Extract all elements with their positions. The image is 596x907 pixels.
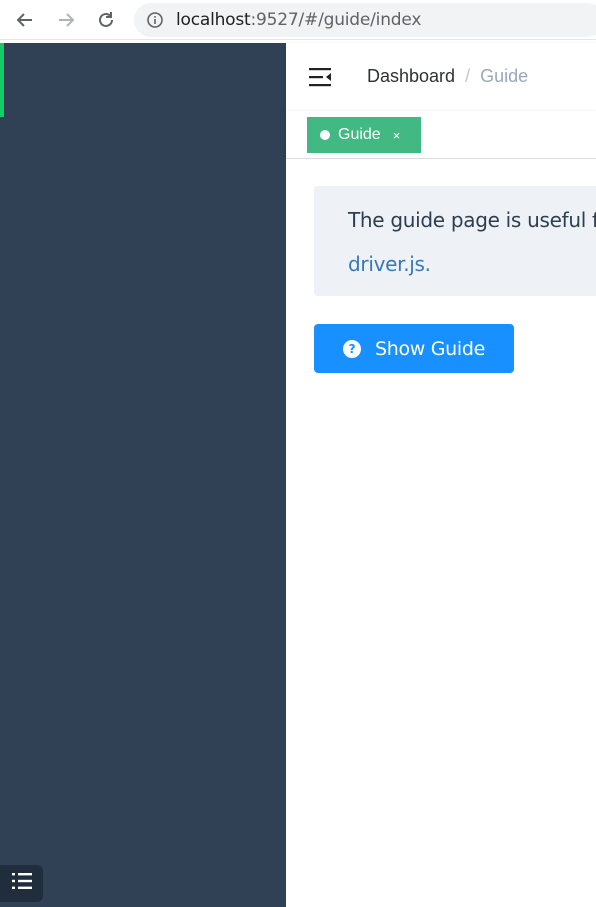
forward-arrow-icon[interactable] [54, 8, 78, 32]
breadcrumb-separator: / [465, 66, 471, 86]
breadcrumb-item-dashboard[interactable]: Dashboard [367, 66, 455, 86]
close-icon[interactable]: × [393, 128, 401, 143]
question-icon: ? [342, 339, 361, 358]
sidebar [0, 43, 286, 907]
info-icon[interactable] [146, 11, 164, 34]
navbar: Dashboard / Guide [286, 43, 596, 111]
right-panel-toggle-button[interactable] [0, 865, 43, 902]
breadcrumb: Dashboard / Guide [367, 66, 528, 87]
list-icon [11, 871, 33, 896]
browser-toolbar: localhost:9527/#/guide/index [0, 0, 596, 40]
hamburger-icon[interactable] [308, 65, 334, 89]
reload-icon[interactable] [94, 8, 118, 32]
main-content: The guide page is useful f driver.js. ? … [286, 159, 596, 907]
back-arrow-icon[interactable] [13, 8, 37, 32]
address-bar[interactable]: localhost:9527/#/guide/index [134, 3, 596, 37]
notice-text: The guide page is useful f [348, 208, 596, 232]
show-guide-button[interactable]: ? Show Guide [314, 324, 514, 373]
sidebar-accent-bar [0, 43, 4, 117]
tag-label: Guide [338, 126, 381, 143]
guide-notice: The guide page is useful f driver.js. [314, 186, 596, 296]
active-dot-icon [320, 130, 330, 140]
tags-view: Guide × [286, 111, 596, 159]
url-text: localhost:9527/#/guide/index [176, 10, 422, 30]
driverjs-link[interactable]: driver.js. [348, 248, 596, 280]
show-guide-label: Show Guide [374, 337, 486, 360]
breadcrumb-item-guide: Guide [480, 66, 529, 86]
tag-guide[interactable]: Guide × [307, 117, 421, 153]
